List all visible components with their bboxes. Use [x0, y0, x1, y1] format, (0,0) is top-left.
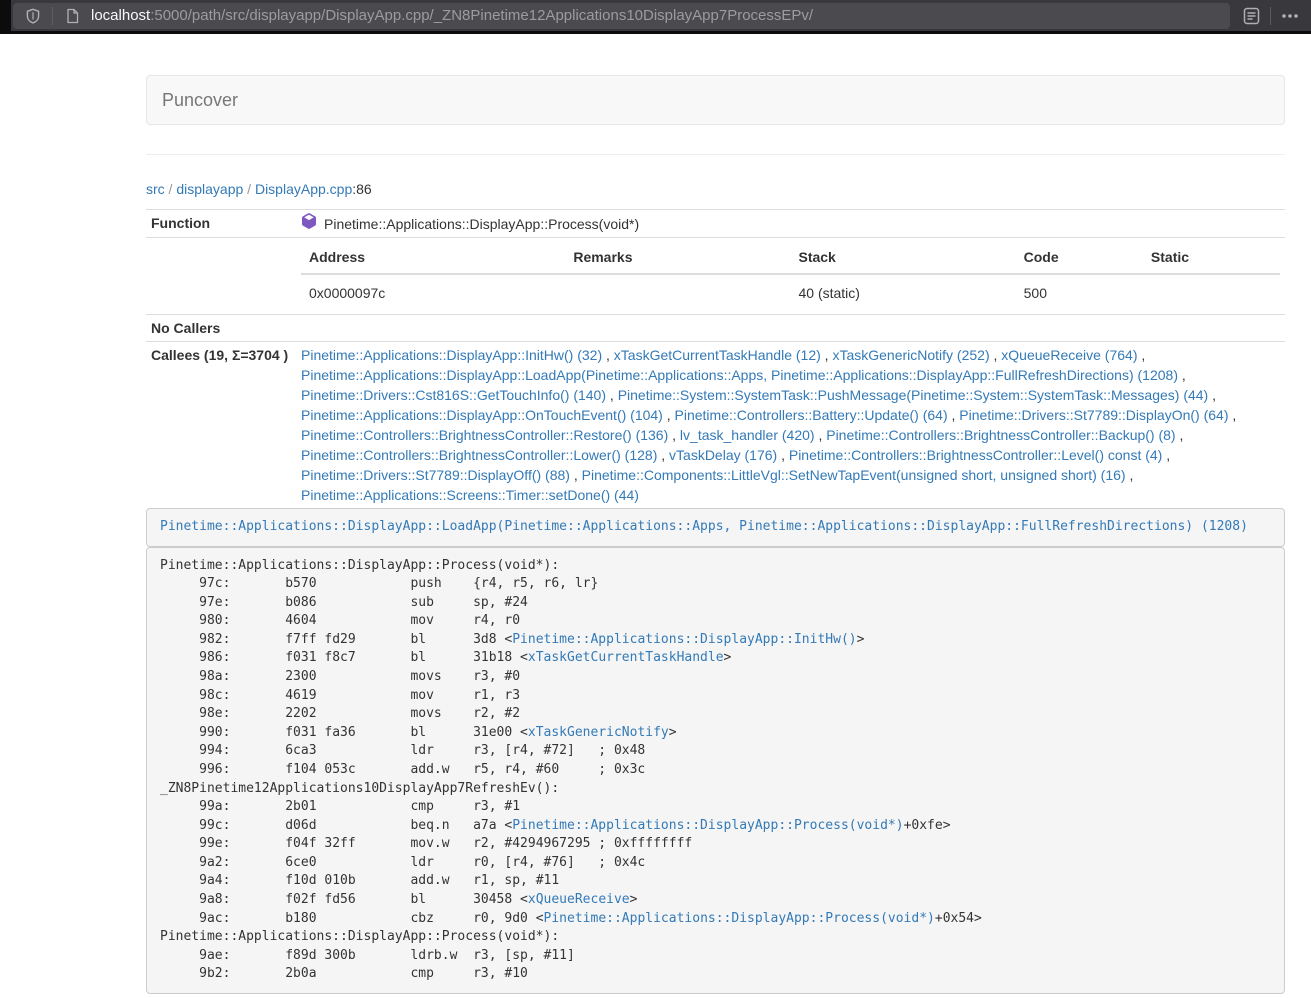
breadcrumb-links: src / displayapp / DisplayApp.cpp — [146, 181, 352, 197]
metrics-value — [565, 274, 790, 311]
callee-separator: , — [1126, 467, 1134, 483]
toolbar-right-controls — [1236, 2, 1305, 30]
callee-separator: , — [1162, 447, 1170, 463]
breadcrumb-link[interactable]: DisplayApp.cpp — [255, 181, 352, 197]
asm-symbol-link[interactable]: xQueueReceive — [528, 892, 630, 907]
callee-separator: , — [602, 347, 614, 363]
callee-separator: , — [1229, 407, 1237, 423]
url-host: localhost — [91, 7, 150, 24]
function-table: Function Pinetime::Applications::Display… — [146, 209, 1285, 508]
window-edge — [0, 0, 11, 33]
callee-link[interactable]: Pinetime::Components::LittleVgl::SetNewT… — [582, 467, 1126, 483]
breadcrumb-separator: / — [165, 181, 177, 197]
highlighted-callee-block: Pinetime::Applications::DisplayApp::Load… — [146, 508, 1285, 547]
url-path: :5000/path/src/displayapp/DisplayApp.cpp… — [150, 7, 813, 24]
callee-separator: , — [948, 407, 960, 423]
callee-separator: , — [663, 407, 675, 423]
assembly-code: Pinetime::Applications::DisplayApp::Proc… — [146, 547, 1285, 994]
toolbar-separator — [1270, 7, 1271, 25]
callee-separator: , — [606, 387, 618, 403]
metrics-value: 40 (static) — [790, 274, 1015, 311]
function-row: Function Pinetime::Applications::Display… — [146, 210, 1285, 238]
reader-mode-icon[interactable] — [1236, 2, 1266, 30]
browser-toolbar: localhost:5000/path/src/displayapp/Displ… — [0, 0, 1311, 34]
callee-separator: , — [657, 447, 669, 463]
callee-link[interactable]: xQueueReceive (764) — [1001, 347, 1137, 363]
breadcrumb-separator: / — [243, 181, 255, 197]
callee-separator: , — [1208, 387, 1216, 403]
callee-link[interactable]: Pinetime::Drivers::St7789::DisplayOff() … — [301, 467, 570, 483]
function-row-label: Function — [146, 210, 296, 238]
metrics-row: AddressRemarksStackCodeStatic 0x0000097c… — [146, 238, 1285, 315]
asm-symbol-link[interactable]: xTaskGenericNotify — [528, 725, 669, 740]
app-navbar: Puncover — [146, 75, 1285, 125]
callee-link[interactable]: Pinetime::Controllers::BrightnessControl… — [301, 447, 657, 463]
metrics-table: AddressRemarksStackCodeStatic 0x0000097c… — [301, 241, 1280, 311]
callee-link[interactable]: Pinetime::Controllers::BrightnessControl… — [789, 447, 1162, 463]
callees-list: Pinetime::Applications::DisplayApp::Init… — [296, 342, 1285, 509]
callee-link[interactable]: vTaskDelay (176) — [669, 447, 777, 463]
callee-link[interactable]: Pinetime::Controllers::BrightnessControl… — [301, 427, 668, 443]
metrics-value: 0x0000097c — [301, 274, 565, 311]
metrics-data-row: 0x0000097c 40 (static)500 — [301, 274, 1280, 311]
package-icon — [301, 213, 317, 234]
callee-separator: , — [1176, 427, 1184, 443]
url-bar[interactable]: localhost:5000/path/src/displayapp/Displ… — [13, 3, 1230, 29]
url-text[interactable]: localhost:5000/path/src/displayapp/Displ… — [91, 7, 813, 24]
metrics-column-header: Remarks — [565, 241, 790, 274]
callee-separator: , — [668, 427, 680, 443]
app-brand[interactable]: Puncover — [147, 90, 253, 111]
callees-row: Callees (19, Σ=3704 ) Pinetime::Applicat… — [146, 342, 1285, 509]
callee-separator: , — [777, 447, 789, 463]
callee-link[interactable]: Pinetime::Applications::DisplayApp::Load… — [301, 367, 1178, 383]
callee-link[interactable]: xTaskGenericNotify (252) — [832, 347, 989, 363]
shield-icon[interactable] — [23, 2, 43, 30]
callee-link[interactable]: Pinetime::Applications::DisplayApp::OnTo… — [301, 407, 663, 423]
metrics-value — [1143, 274, 1280, 311]
metrics-header-row: AddressRemarksStackCodeStatic — [301, 241, 1280, 274]
callees-label: Callees (19, Σ=3704 ) — [146, 342, 296, 509]
callee-link[interactable]: Pinetime::Drivers::St7789::DisplayOn() (… — [959, 407, 1228, 423]
callee-separator: , — [570, 467, 582, 483]
no-callers-label: No Callers — [146, 315, 296, 342]
callee-link[interactable]: Pinetime::Applications::Screens::Timer::… — [301, 487, 639, 503]
callee-link[interactable]: Pinetime::Controllers::BrightnessControl… — [826, 427, 1175, 443]
callee-link[interactable]: Pinetime::Controllers::Battery::Update()… — [675, 407, 948, 423]
callers-row: No Callers — [146, 315, 1285, 342]
callee-link[interactable]: xTaskGetCurrentTaskHandle (12) — [614, 347, 821, 363]
menu-ellipsis-icon[interactable] — [1275, 2, 1305, 30]
breadcrumb-line-number: :86 — [352, 181, 371, 197]
callee-separator: , — [815, 427, 827, 443]
callee-separator: , — [1178, 367, 1186, 383]
asm-symbol-link[interactable]: xTaskGetCurrentTaskHandle — [528, 650, 724, 665]
callee-separator: , — [990, 347, 1002, 363]
function-name: Pinetime::Applications::DisplayApp::Proc… — [324, 214, 639, 234]
callee-separator: , — [1137, 347, 1145, 363]
function-cell: Pinetime::Applications::DisplayApp::Proc… — [301, 213, 1280, 234]
metrics-column-header: Static — [1143, 241, 1280, 274]
asm-symbol-link[interactable]: Pinetime::Applications::DisplayApp::Proc… — [512, 818, 903, 833]
breadcrumb-link[interactable]: src — [146, 181, 165, 197]
breadcrumb-link[interactable]: displayapp — [176, 181, 243, 197]
page-icon — [62, 2, 82, 30]
metrics-column-header: Address — [301, 241, 565, 274]
page-container: Puncover src / displayapp / DisplayApp.c… — [146, 75, 1285, 994]
url-bar-separator — [52, 7, 53, 25]
callee-separator: , — [821, 347, 833, 363]
callee-link[interactable]: Pinetime::System::SystemTask::PushMessag… — [618, 387, 1209, 403]
asm-symbol-link[interactable]: Pinetime::Applications::DisplayApp::Proc… — [544, 911, 935, 926]
metrics-value: 500 — [1016, 274, 1143, 311]
breadcrumb: src / displayapp / DisplayApp.cpp:86 — [146, 179, 1285, 199]
highlighted-callee-link[interactable]: Pinetime::Applications::DisplayApp::Load… — [160, 519, 1248, 534]
metrics-column-header: Code — [1016, 241, 1143, 274]
divider — [146, 154, 1285, 155]
metrics-column-header: Stack — [790, 241, 1015, 274]
callee-link[interactable]: Pinetime::Applications::DisplayApp::Init… — [301, 347, 602, 363]
callee-link[interactable]: lv_task_handler (420) — [680, 427, 815, 443]
asm-symbol-link[interactable]: Pinetime::Applications::DisplayApp::Init… — [512, 632, 856, 647]
callee-link[interactable]: Pinetime::Drivers::Cst816S::GetTouchInfo… — [301, 387, 606, 403]
